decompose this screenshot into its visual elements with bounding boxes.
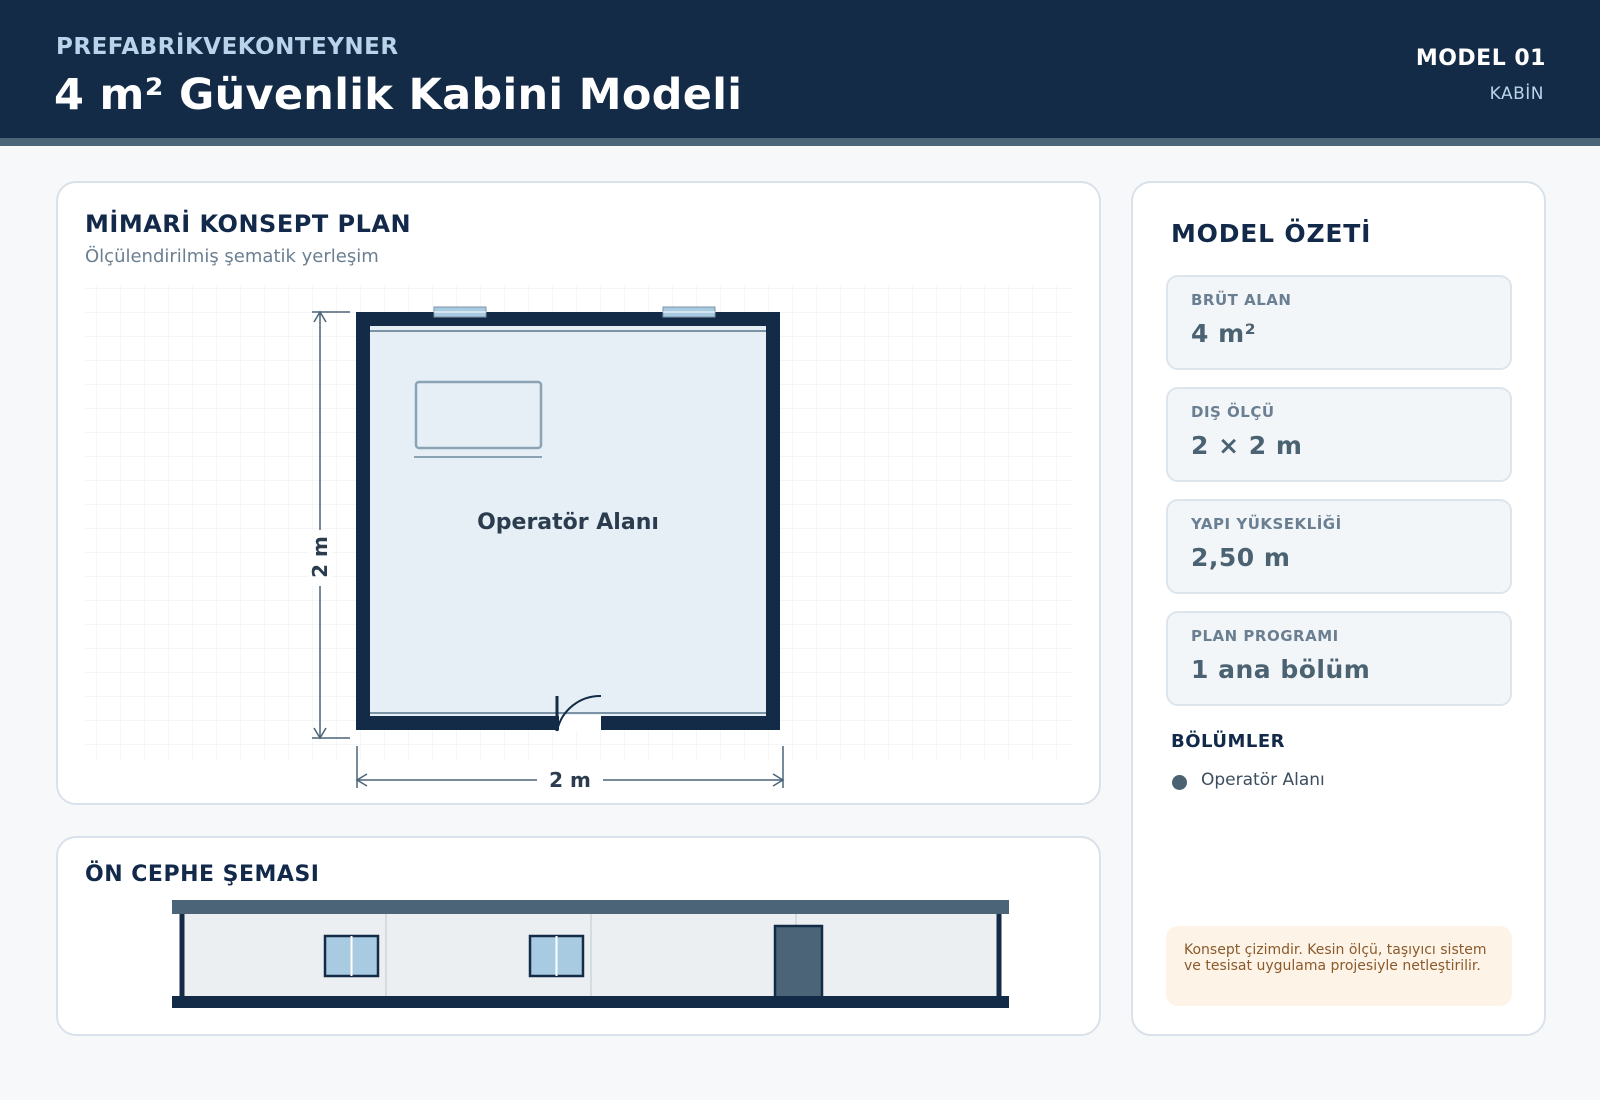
- stat-label: YAPI YÜKSEKLİĞİ: [1191, 515, 1342, 533]
- plan-title: MİMARİ KONSEPT PLAN: [85, 210, 412, 238]
- stat-label: PLAN PROGRAMI: [1191, 627, 1339, 645]
- stat-value: 2 × 2 m: [1191, 431, 1303, 460]
- model-type: KABİN: [1489, 84, 1544, 104]
- brand-name: PREFABRİKVEKONTEYNER: [56, 34, 399, 60]
- stat-label: BRÜT ALAN: [1191, 291, 1292, 309]
- stat-value: 1 ana bölüm: [1191, 655, 1371, 684]
- model-number: MODEL 01: [1415, 46, 1546, 71]
- disclaimer-note: Konsept çizimdir. Kesin ölçü, taşıyıcı s…: [1166, 926, 1512, 1006]
- summary-title: MODEL ÖZETİ: [1171, 219, 1372, 248]
- plan-card: [56, 181, 1101, 805]
- section-list-item: Operatör Alanı: [1172, 770, 1325, 790]
- room-label: Operatör Alanı: [477, 510, 659, 535]
- stat-value: 4 m²: [1191, 319, 1257, 348]
- stat-label: DIŞ ÖLÇÜ: [1191, 403, 1275, 421]
- depth-dimension-label: 2 m: [308, 536, 332, 578]
- stat-outer-dimension: DIŞ ÖLÇÜ 2 × 2 m: [1166, 387, 1512, 482]
- header-stripe: [0, 138, 1600, 146]
- stat-gross-area: BRÜT ALAN 4 m²: [1166, 275, 1512, 370]
- sections-title: BÖLÜMLER: [1171, 731, 1286, 752]
- plan-subtitle: Ölçülendirilmiş şematik yerleşim: [85, 246, 379, 267]
- stat-value: 2,50 m: [1191, 543, 1291, 572]
- bullet-dot-icon: [1172, 774, 1187, 790]
- front-elevation-title: ÖN CEPHE ŞEMASI: [85, 862, 320, 887]
- stat-plan-program: PLAN PROGRAMI 1 ana bölüm: [1166, 611, 1512, 706]
- stat-building-height: YAPI YÜKSEKLİĞİ 2,50 m: [1166, 499, 1512, 594]
- width-dimension-label: 2 m: [549, 768, 591, 792]
- section-label: Operatör Alanı: [1201, 770, 1325, 790]
- page-title: 4 m² Güvenlik Kabini Modeli: [54, 70, 743, 120]
